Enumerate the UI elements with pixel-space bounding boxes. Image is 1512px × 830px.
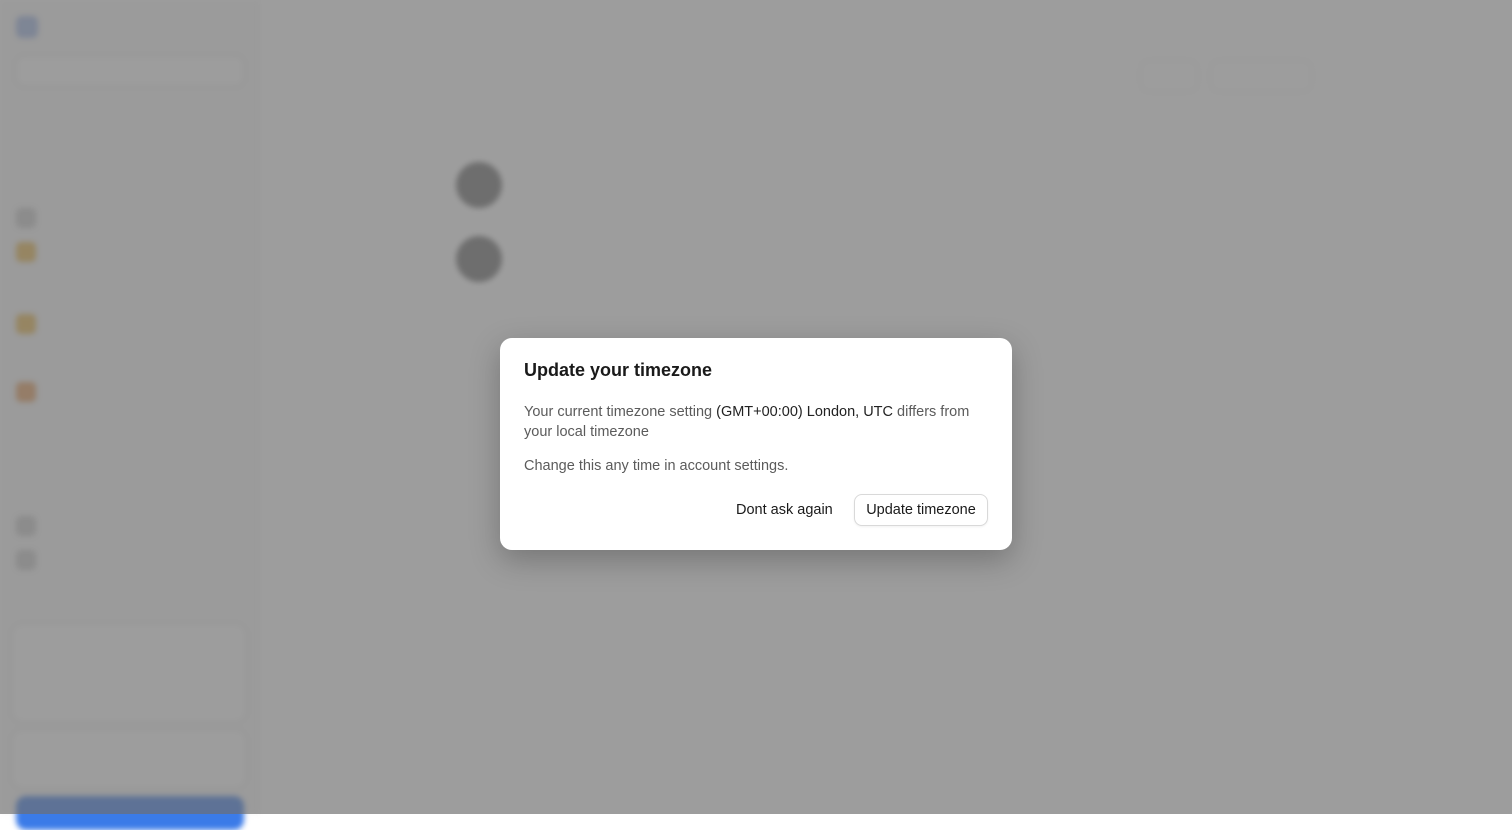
dialog-body-prefix: Your current timezone setting [524, 404, 717, 420]
dont-ask-again-button[interactable]: Dont ask again [726, 494, 843, 526]
dialog-title: Update your timezone [524, 360, 713, 380]
update-timezone-button[interactable]: Update timezone [854, 494, 988, 526]
dialog-body: Your current timezone setting (GMT+00:00… [524, 402, 988, 442]
dialog-note: Change this any time in account settings… [524, 458, 789, 474]
current-timezone: (GMT+00:00) London, UTC [716, 404, 894, 420]
